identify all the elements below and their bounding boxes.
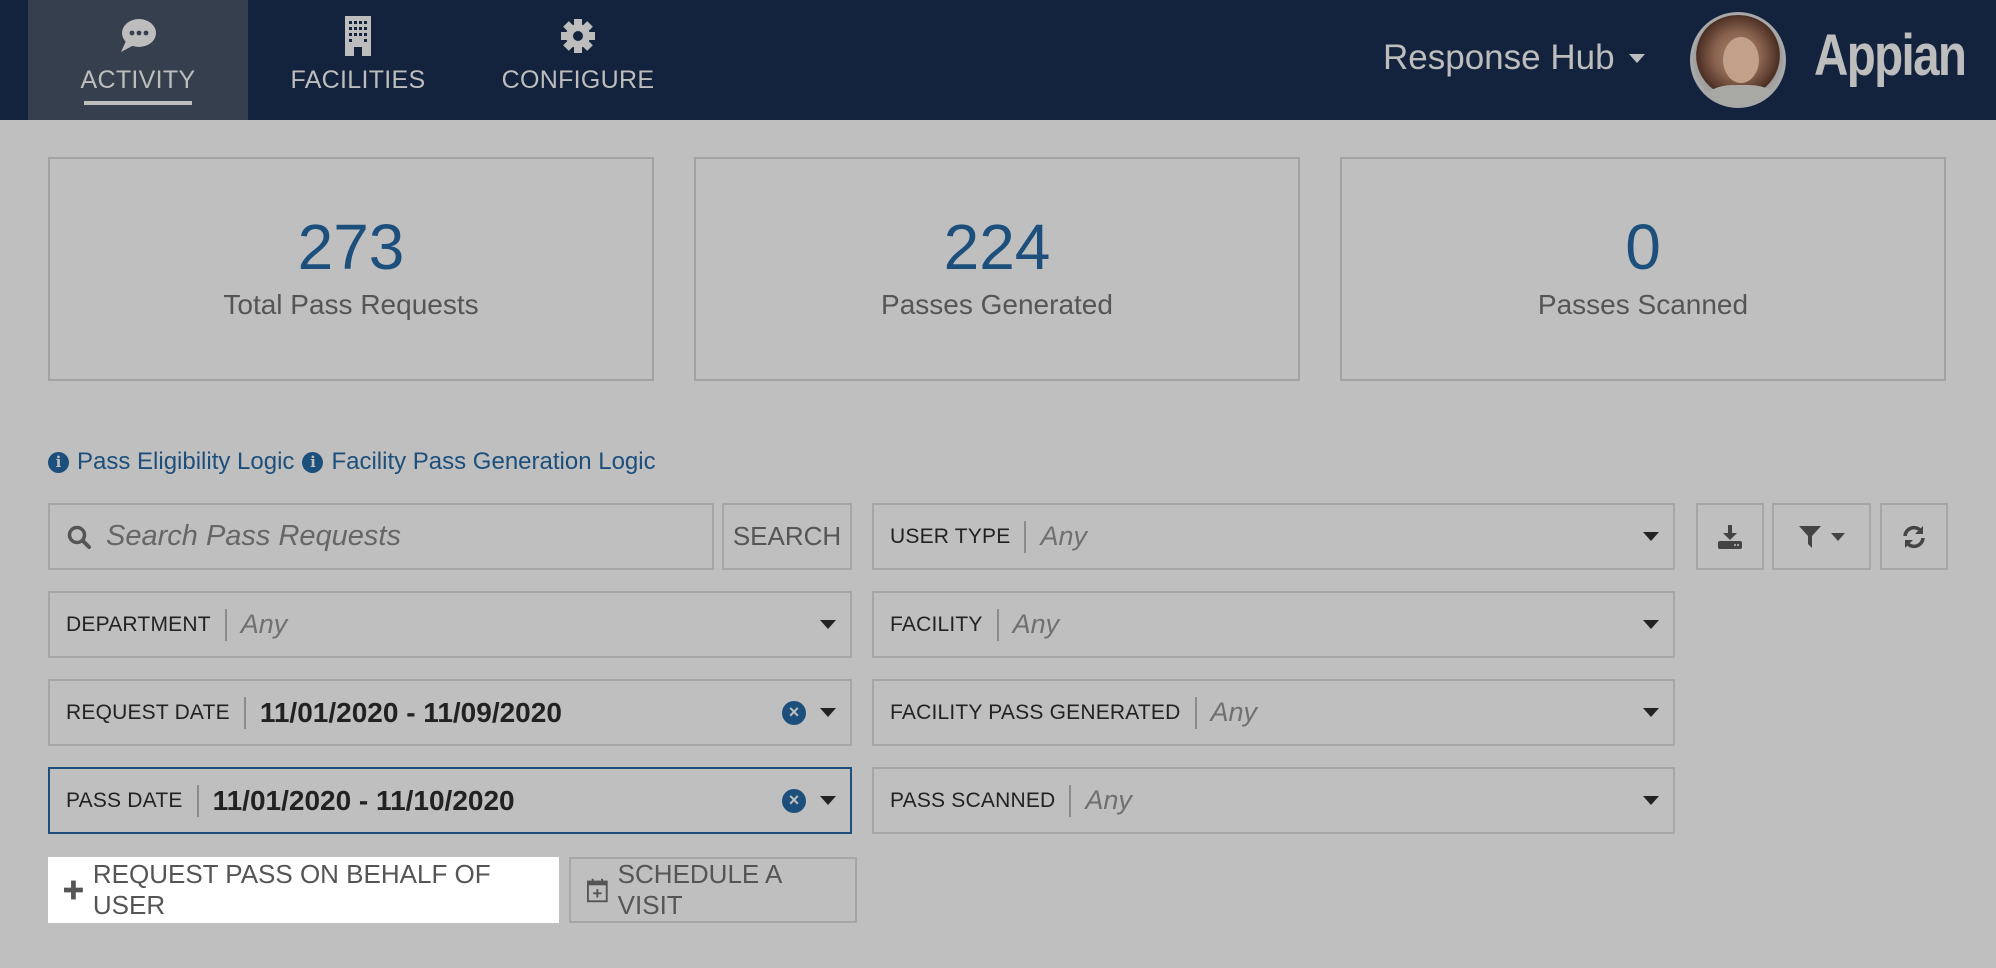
filter-value: Any: [240, 609, 288, 639]
button-label: REQUEST PASS ON BEHALF OF USER: [92, 859, 491, 920]
logic-links: i Pass Eligibility Logic i Facility Pass…: [48, 448, 656, 476]
refresh-button[interactable]: [1880, 503, 1948, 570]
user-type-dropdown[interactable]: USER TYPE Any: [872, 503, 1675, 570]
refresh-icon: [1903, 525, 1925, 548]
filter-label: USER TYPE: [890, 524, 1011, 548]
filter-label: FACILITY: [890, 612, 983, 636]
kpi-value: 224: [943, 211, 1051, 283]
user-avatar[interactable]: [1690, 12, 1786, 108]
request-date-range-picker[interactable]: REQUEST DATE 11/01/2020 - 11/09/2020 ×: [48, 679, 852, 746]
request-pass-on-behalf-button[interactable]: REQUEST PASS ON BEHALF OF USER: [48, 857, 559, 923]
search-placeholder: Search Pass Requests: [106, 520, 401, 552]
kpi-passes-scanned: 0 Passes Scanned: [1340, 157, 1946, 381]
tab-configure-label: CONFIGURE: [501, 66, 655, 94]
filter-label: REQUEST DATE: [66, 700, 230, 724]
tab-configure[interactable]: CONFIGURE: [468, 0, 688, 120]
facility-pass-generated-dropdown[interactable]: FACILITY PASS GENERATED Any: [872, 679, 1675, 746]
site-name: Response Hub: [1383, 38, 1615, 77]
chevron-down-icon: [1643, 532, 1659, 541]
filter-value: Any: [1012, 609, 1060, 639]
chevron-down-icon: [1628, 53, 1645, 63]
filter-label: FACILITY PASS GENERATED: [890, 700, 1181, 724]
chevron-down-icon: [820, 620, 836, 629]
kpi-passes-generated: 224 Passes Generated: [694, 157, 1300, 381]
chevron-down-icon: [820, 796, 836, 805]
filter-value: 11/01/2020 - 11/10/2020: [212, 784, 515, 816]
chat-bubble-icon: [118, 16, 158, 56]
filter-label: PASS SCANNED: [890, 788, 1056, 812]
clear-icon[interactable]: ×: [782, 700, 806, 725]
tab-activity-label: ACTIVITY: [80, 66, 196, 94]
chevron-down-icon: [1643, 708, 1659, 717]
filter-label: DEPARTMENT: [66, 612, 211, 636]
info-icon: i: [48, 451, 69, 473]
filter-menu-button[interactable]: [1772, 503, 1871, 570]
tab-facilities[interactable]: FACILITIES: [248, 0, 468, 120]
download-icon: [1718, 524, 1742, 549]
kpi-caption: Total Pass Requests: [223, 289, 479, 320]
chevron-down-icon: [1643, 620, 1659, 629]
gear-icon: [560, 16, 596, 56]
search-button[interactable]: SEARCH: [722, 503, 852, 570]
kpi-caption: Passes Scanned: [1537, 289, 1749, 320]
search-icon: [67, 525, 91, 549]
facility-dropdown[interactable]: FACILITY Any: [872, 591, 1675, 658]
filter-value: 11/01/2020 - 11/09/2020: [259, 696, 562, 728]
clear-icon[interactable]: ×: [782, 788, 806, 813]
filter-label: PASS DATE: [66, 788, 183, 812]
kpi-caption: Passes Generated: [881, 289, 1113, 320]
pass-date-range-picker[interactable]: PASS DATE 11/01/2020 - 11/10/2020 ×: [48, 767, 852, 834]
facility-pass-generation-logic-link[interactable]: i Facility Pass Generation Logic: [302, 448, 656, 476]
filter-value: Any: [1040, 521, 1087, 551]
chevron-down-icon: [1830, 532, 1845, 541]
info-icon: i: [302, 451, 324, 473]
pass-eligibility-logic-link[interactable]: i Pass Eligibility Logic: [48, 448, 294, 476]
filter-value: Any: [1210, 697, 1258, 727]
kpi-value: 0: [1625, 211, 1661, 283]
kpi-total-pass-requests: 273 Total Pass Requests: [48, 157, 654, 381]
link-label: Pass Eligibility Logic: [77, 448, 295, 475]
calendar-plus-icon: [587, 878, 608, 903]
plus-icon: [64, 880, 83, 900]
top-nav-bar: ACTIVITY FACILITIES CONFIGURE Response H…: [0, 0, 1996, 120]
filter-value: Any: [1085, 785, 1132, 815]
filter-icon: [1798, 525, 1821, 548]
chevron-down-icon: [820, 708, 836, 717]
chevron-down-icon: [1643, 796, 1659, 805]
button-label: SCHEDULE A VISIT: [617, 859, 781, 920]
active-tab-underline: [84, 101, 192, 105]
appian-logo: Appian: [1814, 23, 1967, 88]
schedule-visit-button[interactable]: SCHEDULE A VISIT: [569, 857, 857, 923]
tab-facilities-label: FACILITIES: [290, 66, 426, 94]
tab-activity[interactable]: ACTIVITY: [28, 0, 248, 120]
search-input[interactable]: Search Pass Requests: [48, 503, 714, 570]
pass-scanned-dropdown[interactable]: PASS SCANNED Any: [872, 767, 1675, 834]
download-button[interactable]: [1696, 503, 1764, 570]
kpi-value: 273: [297, 211, 405, 283]
site-switcher[interactable]: Response Hub: [1383, 38, 1645, 78]
link-label: Facility Pass Generation Logic: [331, 448, 656, 475]
department-dropdown[interactable]: DEPARTMENT Any: [48, 591, 852, 658]
building-icon: [345, 16, 371, 56]
